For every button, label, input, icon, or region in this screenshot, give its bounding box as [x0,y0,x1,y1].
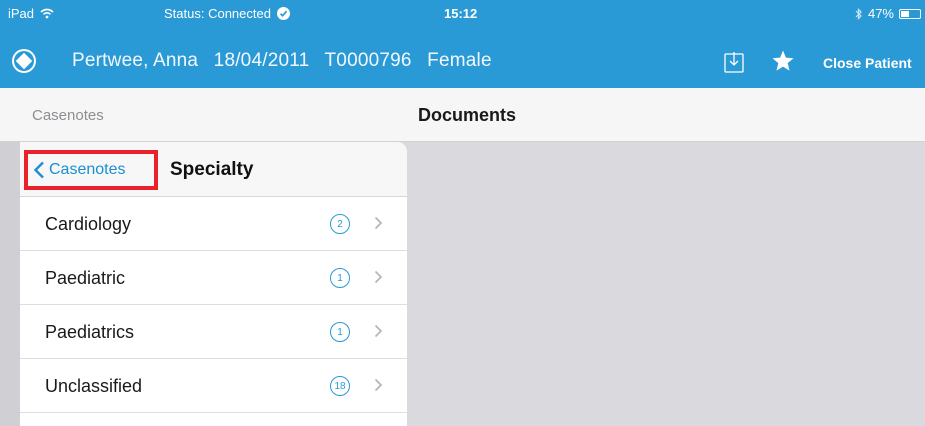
download-icon [724,52,744,73]
list-item[interactable]: Paediatric 1 [20,251,407,305]
list-item-label: Paediatrics [45,322,135,342]
status-bar: iPad Status: Connected 15:12 47% [0,0,925,38]
page-title: Documents [418,105,517,125]
panel-header: Casenotes Specialty [20,142,407,197]
app-logo-icon [12,49,36,73]
chevron-right-icon [374,270,383,284]
chevron-right-icon [374,216,383,230]
documents-content-area [407,142,925,426]
patient-bar: Pertwee, Anna 18/04/2011 T0000796 Female… [0,38,925,88]
patient-name: Pertwee, Anna [72,50,199,71]
connection-status-text: Status: Connected [164,6,271,21]
device-name: iPad [8,6,35,21]
panel-title: Specialty [170,159,254,180]
specialty-list: Cardiology 2 Paediatric 1 Paediatrics 1 … [20,197,407,426]
background-strip [0,142,20,426]
count-badge: 1 [330,322,350,342]
chevron-right-icon [374,378,383,392]
chevron-left-icon [33,161,44,179]
download-button[interactable] [724,51,744,78]
patient-id: T0000796 [324,50,412,71]
list-item[interactable]: Paediatrics 1 [20,305,407,359]
patient-dob: 18/04/2011 [213,50,310,71]
count-badge: 18 [330,376,350,396]
battery-icon [899,8,921,19]
back-button[interactable]: Casenotes [24,150,158,190]
clock: 15:12 [444,6,478,21]
connection-status: Status: Connected [164,6,290,21]
list-item-label: Paediatric [45,268,126,288]
list-item[interactable]: Unclassified 18 [20,359,407,413]
count-badge: 2 [330,214,350,234]
list-item[interactable]: Cardiology 2 [20,197,407,251]
patient-details: Pertwee, Anna 18/04/2011 T0000796 Female [72,50,502,72]
list-item-empty [20,413,407,426]
bluetooth-icon [855,7,862,20]
star-icon [772,50,794,71]
battery-percent: 47% [867,6,894,21]
count-badge: 1 [330,268,350,288]
specialty-panel: Casenotes Specialty Cardiology 2 Paediat… [20,142,407,426]
device-indicator: iPad [8,6,54,21]
chevron-right-icon [374,324,383,338]
favorite-button[interactable] [771,49,795,78]
close-patient-button[interactable]: Close Patient [823,55,912,71]
nav-casenotes-label[interactable]: Casenotes [32,107,104,124]
check-circle-icon [276,7,290,20]
back-button-label: Casenotes [49,161,126,178]
wifi-icon [40,8,54,19]
navigation-bar: Casenotes Documents [0,88,925,142]
patient-gender: Female [427,50,492,71]
list-item-label: Cardiology [45,214,132,234]
list-item-label: Unclassified [45,376,143,396]
battery-indicator: 47% [855,6,921,21]
